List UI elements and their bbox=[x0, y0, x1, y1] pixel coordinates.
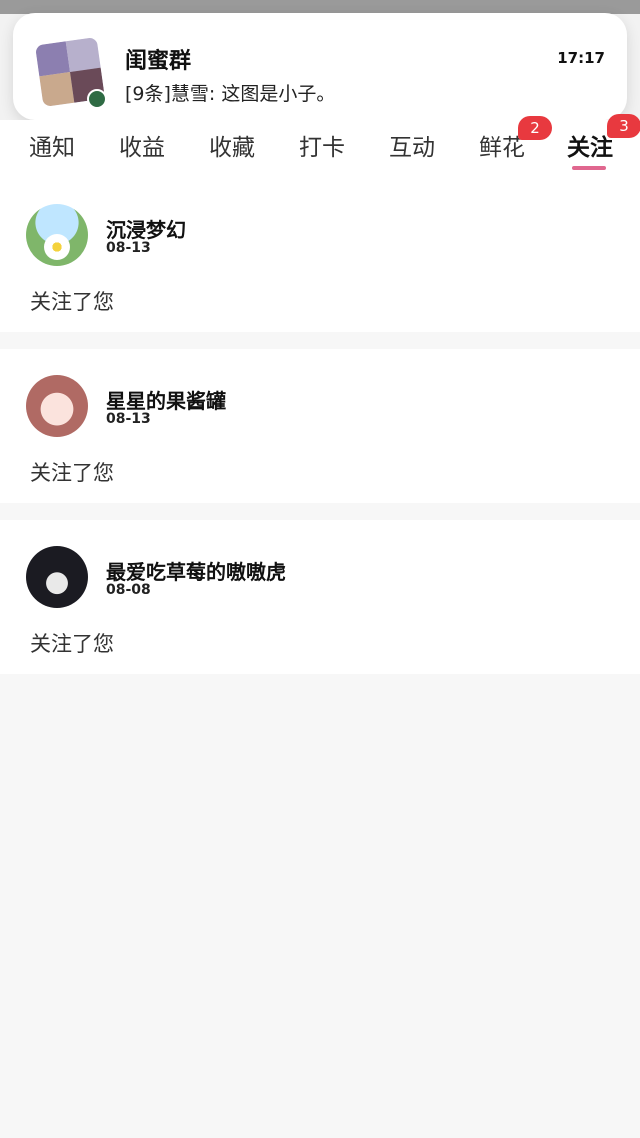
tab-interactions[interactable]: 互动 bbox=[384, 128, 440, 174]
notification-banner[interactable]: 闺蜜群 17:17 [9条]慧雪: 这图是小子。 bbox=[13, 13, 627, 120]
tab-earnings[interactable]: 收益 bbox=[114, 128, 170, 174]
tab-favorites[interactable]: 收藏 bbox=[204, 128, 260, 174]
group-avatar bbox=[33, 35, 109, 111]
follow-date: 08-08 bbox=[106, 582, 151, 598]
tab-checkin[interactable]: 打卡 bbox=[294, 128, 350, 174]
avatar[interactable] bbox=[26, 375, 88, 437]
active-tab-indicator bbox=[572, 166, 606, 170]
follow-date: 08-13 bbox=[106, 411, 151, 427]
notification-message: [9条]慧雪: 这图是小子。 bbox=[125, 83, 336, 105]
flowers-count-badge: 2 bbox=[518, 116, 552, 140]
notification-title: 闺蜜群 bbox=[125, 49, 192, 74]
status-bar bbox=[0, 0, 640, 14]
follow-action-text: 关注了您 bbox=[30, 461, 114, 485]
avatar[interactable] bbox=[26, 546, 88, 608]
follows-count-badge: 3 bbox=[607, 114, 640, 138]
tab-notifications[interactable]: 通知 bbox=[24, 128, 80, 174]
list-item[interactable]: 星星的果酱罐 08-13 关注了您 bbox=[0, 349, 640, 503]
avatar[interactable] bbox=[26, 204, 88, 266]
follow-action-text: 关注了您 bbox=[30, 632, 114, 656]
list-item[interactable]: 沉浸梦幻 08-13 关注了您 bbox=[0, 178, 640, 332]
follow-date: 08-13 bbox=[106, 240, 151, 256]
follower-name[interactable]: 星星的果酱罐 bbox=[106, 385, 226, 414]
notification-time: 17:17 bbox=[557, 49, 605, 67]
app-badge-icon bbox=[87, 89, 107, 109]
follower-name[interactable]: 最爱吃草莓的嗷嗷虎 bbox=[106, 556, 286, 585]
follower-name[interactable]: 沉浸梦幻 bbox=[106, 214, 186, 243]
list-item[interactable]: 最爱吃草莓的嗷嗷虎 08-08 关注了您 bbox=[0, 520, 640, 674]
follow-action-text: 关注了您 bbox=[30, 290, 114, 314]
